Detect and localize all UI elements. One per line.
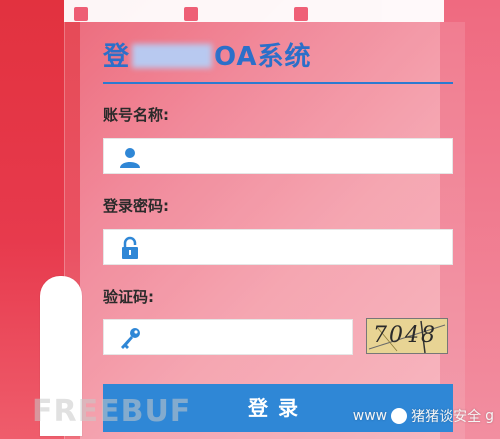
password-field[interactable] bbox=[103, 229, 453, 266]
lock-icon bbox=[118, 236, 142, 260]
password-label: 登录密码: bbox=[103, 197, 169, 215]
captcha-input[interactable] bbox=[150, 320, 350, 356]
title-divider bbox=[103, 82, 453, 84]
username-label: 账号名称: bbox=[103, 106, 169, 124]
captcha-label: 验证码: bbox=[103, 288, 154, 306]
watermark-right: www 猪猪谈安全 g bbox=[353, 406, 494, 426]
title-redaction bbox=[132, 44, 213, 68]
watermark-suffix: g bbox=[485, 408, 494, 424]
decor-hole bbox=[74, 7, 88, 21]
captcha-field[interactable] bbox=[103, 319, 353, 356]
title-suffix: OA系统 bbox=[214, 42, 312, 72]
title-prefix: 登 bbox=[103, 42, 131, 72]
top-decorative-strip bbox=[64, 0, 444, 22]
username-input[interactable] bbox=[150, 139, 450, 175]
captcha-image[interactable]: 7048 bbox=[366, 318, 448, 354]
username-field[interactable] bbox=[103, 138, 453, 175]
user-icon bbox=[118, 145, 142, 169]
watermark-url: www bbox=[352, 408, 388, 424]
captcha-text: 7048 bbox=[373, 323, 437, 348]
watermark-name: 猪猪谈安全 bbox=[411, 409, 482, 425]
wechat-icon bbox=[391, 408, 408, 424]
decor-hole bbox=[294, 7, 308, 21]
watermark-left: FREEBUF bbox=[32, 394, 192, 429]
decor-hole bbox=[184, 7, 198, 21]
page-title: 登 OA系统 bbox=[103, 36, 312, 73]
password-input[interactable] bbox=[150, 230, 450, 266]
key-icon bbox=[118, 326, 142, 350]
